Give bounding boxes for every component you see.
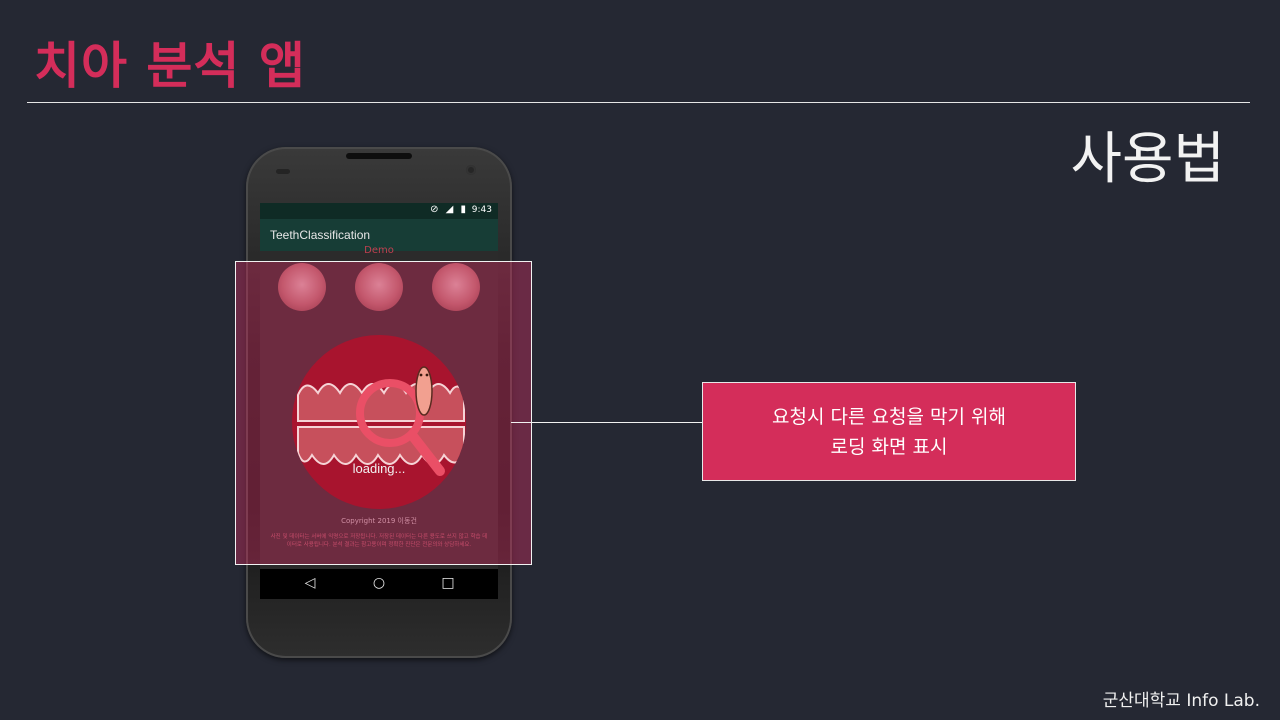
teeth-magnifier-icon <box>297 366 465 476</box>
section-title: 사용법 <box>1070 127 1225 192</box>
back-icon[interactable]: ◁ <box>300 575 320 591</box>
app-title: TeethClassification <box>270 228 371 242</box>
home-icon[interactable]: ○ <box>369 575 389 591</box>
status-time: 9:43 <box>471 205 492 215</box>
phone-camera-icon <box>466 165 476 175</box>
demo-label: Demo <box>364 245 394 256</box>
title-divider <box>27 102 1250 103</box>
recent-apps-icon[interactable]: □ <box>438 575 458 591</box>
slide-title: 치아 분석 앱 <box>34 37 306 95</box>
callout-line-1: 요청시 다른 요청을 막기 위해 <box>772 405 1006 428</box>
phone-speaker <box>346 153 412 159</box>
footer-credit: 군산대학교 Info Lab. <box>1102 691 1260 711</box>
loading-text: loading... <box>352 461 406 476</box>
status-icons: ⊘ ◢ ▮ <box>430 204 468 215</box>
callout-box: 요청시 다른 요청을 막기 위해 로딩 화면 표시 <box>702 382 1076 481</box>
loading-spinner: loading... <box>292 335 466 509</box>
status-bar: ⊘ ◢ ▮ 9:43 <box>260 203 498 219</box>
callout-text: 요청시 다른 요청을 막기 위해 로딩 화면 표시 <box>772 402 1006 462</box>
callout-connector-line <box>511 422 711 423</box>
phone-sensor <box>276 169 290 174</box>
navigation-bar: ◁ ○ □ <box>260 569 498 599</box>
callout-line-2: 로딩 화면 표시 <box>830 435 948 458</box>
